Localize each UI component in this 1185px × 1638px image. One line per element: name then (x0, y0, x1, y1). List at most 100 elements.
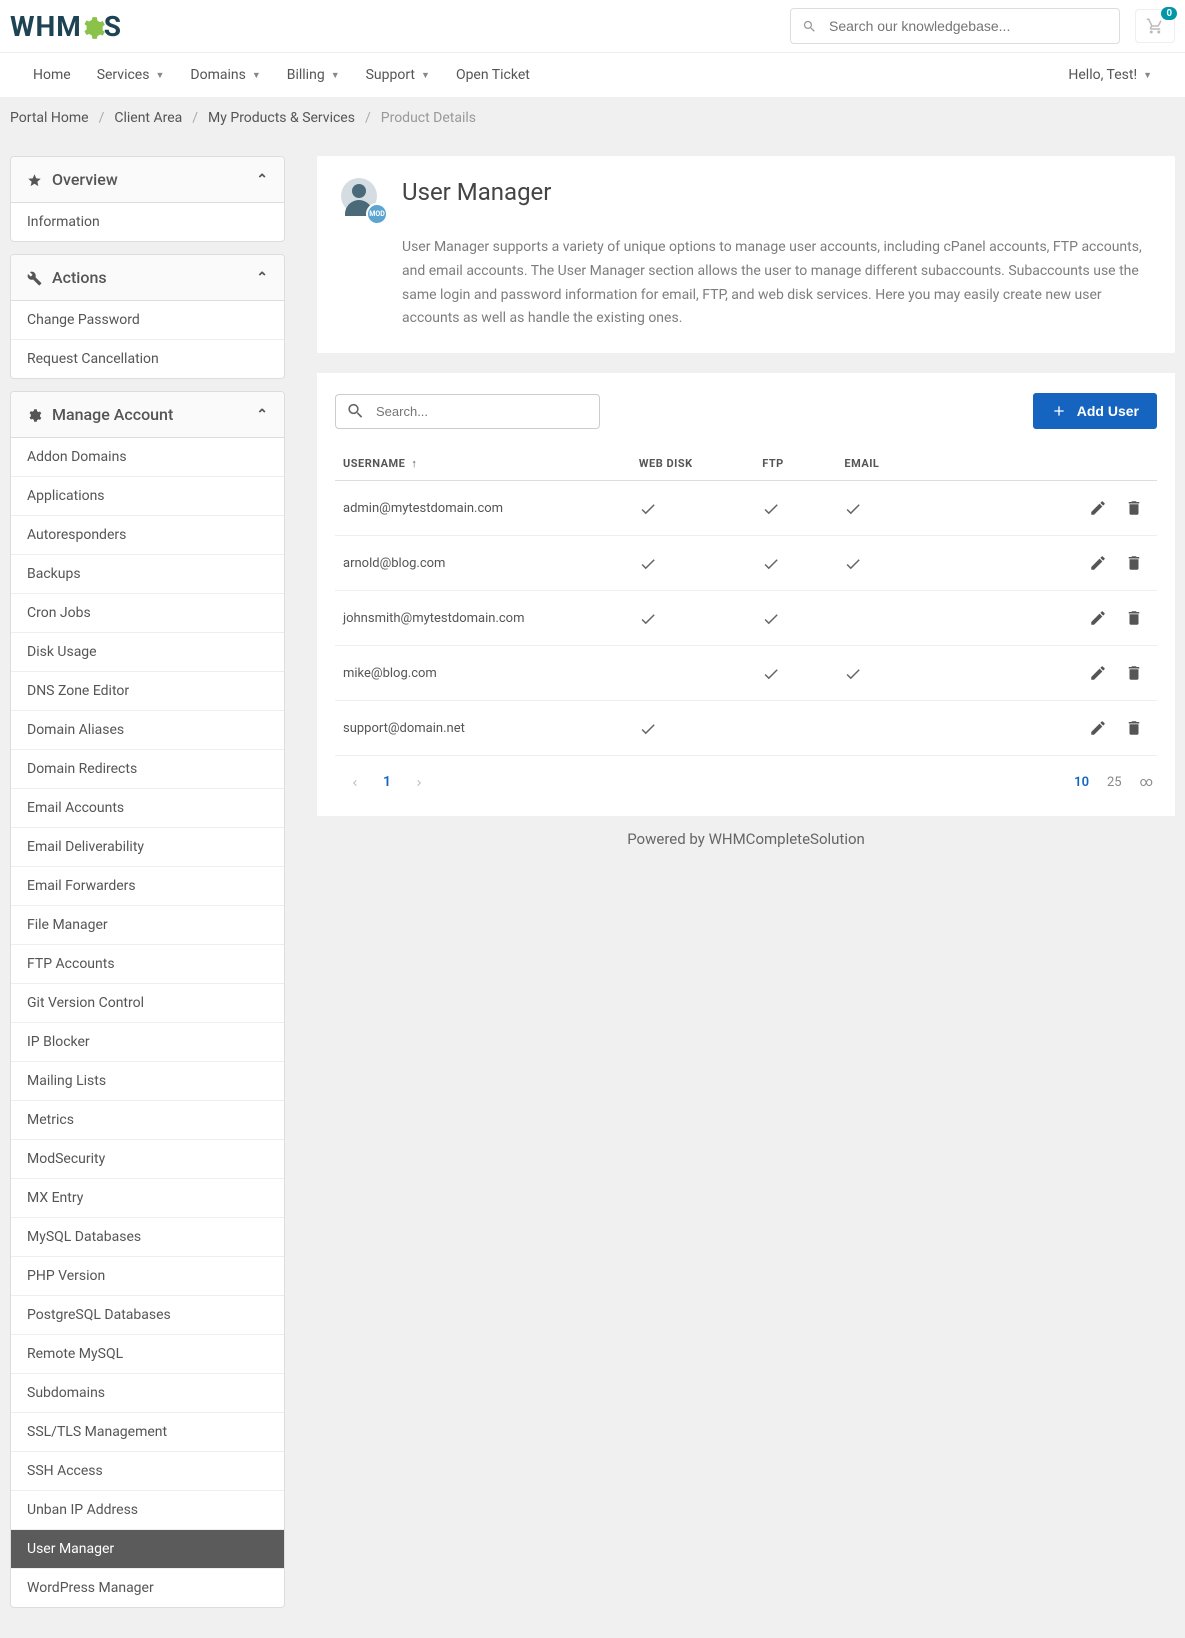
nav-billing[interactable]: Billing▼ (274, 53, 353, 97)
check-icon (762, 608, 780, 628)
col-ftp[interactable]: FTP (754, 447, 836, 481)
sidebar-item-email-deliverability[interactable]: Email Deliverability (11, 828, 284, 867)
user-greeting[interactable]: Hello, Test!▼ (1055, 53, 1165, 97)
sidebar-item-metrics[interactable]: Metrics (11, 1101, 284, 1140)
sidebar-item-ftp-accounts[interactable]: FTP Accounts (11, 945, 284, 984)
sidebar-item-git-version-control[interactable]: Git Version Control (11, 984, 284, 1023)
cart-count-badge: 0 (1161, 7, 1177, 20)
cell-email (836, 481, 984, 536)
check-icon (762, 498, 780, 518)
sidebar-item-ip-blocker[interactable]: IP Blocker (11, 1023, 284, 1062)
knowledgebase-search-input[interactable] (790, 8, 1120, 44)
breadcrumb-link[interactable]: Portal Home (10, 110, 89, 126)
check-icon (844, 663, 862, 683)
caret-down-icon: ▼ (155, 70, 164, 81)
sidebar-item-dns-zone-editor[interactable]: DNS Zone Editor (11, 672, 284, 711)
sidebar-item-ssl-tls-management[interactable]: SSL/TLS Management (11, 1413, 284, 1452)
breadcrumb-link[interactable]: Client Area (114, 110, 182, 126)
footer-text: Powered by WHMCompleteSolution (317, 816, 1175, 862)
nav-support[interactable]: Support▼ (353, 53, 443, 97)
delete-button[interactable] (1119, 605, 1149, 631)
overview-panel-header[interactable]: Overview ⌃ (11, 157, 284, 203)
edit-button[interactable] (1083, 715, 1113, 741)
sidebar-item-addon-domains[interactable]: Addon Domains (11, 438, 284, 477)
wrench-icon (27, 268, 42, 287)
logo[interactable]: WHMS (10, 10, 122, 43)
sidebar-item-email-accounts[interactable]: Email Accounts (11, 789, 284, 828)
nav-home[interactable]: Home (20, 53, 84, 97)
sidebar-item-backups[interactable]: Backups (11, 555, 284, 594)
breadcrumb-link[interactable]: My Products & Services (208, 110, 355, 126)
page-number[interactable]: 1 (371, 770, 403, 794)
sidebar-item-domain-redirects[interactable]: Domain Redirects (11, 750, 284, 789)
sidebar-item-applications[interactable]: Applications (11, 477, 284, 516)
sidebar-item-modsecurity[interactable]: ModSecurity (11, 1140, 284, 1179)
sidebar-item-remote-mysql[interactable]: Remote MySQL (11, 1335, 284, 1374)
check-icon (844, 498, 862, 518)
sidebar-item-file-manager[interactable]: File Manager (11, 906, 284, 945)
check-icon (762, 553, 780, 573)
sidebar-item-unban-ip-address[interactable]: Unban IP Address (11, 1491, 284, 1530)
sidebar-item-subdomains[interactable]: Subdomains (11, 1374, 284, 1413)
sidebar-item-user-manager[interactable]: User Manager (11, 1530, 284, 1569)
cell-username: support@domain.net (335, 701, 631, 756)
delete-button[interactable] (1119, 715, 1149, 741)
edit-button[interactable] (1083, 605, 1113, 631)
page-size-option[interactable]: 25 (1107, 775, 1122, 790)
edit-button[interactable] (1083, 495, 1113, 521)
sidebar-item-domain-aliases[interactable]: Domain Aliases (11, 711, 284, 750)
sidebar-item-wordpress-manager[interactable]: WordPress Manager (11, 1569, 284, 1607)
nav-open-ticket[interactable]: Open Ticket (443, 53, 543, 97)
sidebar-item-mx-entry[interactable]: MX Entry (11, 1179, 284, 1218)
prev-page-button[interactable] (339, 771, 371, 794)
cell-email (836, 591, 984, 646)
check-icon (639, 608, 657, 628)
table-search-input[interactable] (335, 394, 600, 429)
cell-email (836, 646, 984, 701)
caret-down-icon: ▼ (1143, 70, 1152, 81)
cell-ftp (754, 591, 836, 646)
edit-button[interactable] (1083, 550, 1113, 576)
col-username[interactable]: USERNAME↑ (335, 447, 631, 481)
table-row: arnold@blog.com (335, 536, 1157, 591)
sidebar-item-information[interactable]: Information (11, 203, 284, 241)
manage-panel-header[interactable]: Manage Account ⌃ (11, 392, 284, 438)
page-size-option[interactable]: 10 (1074, 775, 1089, 790)
sidebar-item-request-cancellation[interactable]: Request Cancellation (11, 340, 284, 378)
col-email[interactable]: EMAIL (836, 447, 984, 481)
sidebar-item-php-version[interactable]: PHP Version (11, 1257, 284, 1296)
check-icon (639, 553, 657, 573)
actions-panel-header[interactable]: Actions ⌃ (11, 255, 284, 301)
caret-down-icon: ▼ (331, 70, 340, 81)
cart-button[interactable]: 0 (1135, 9, 1175, 43)
nav-services[interactable]: Services▼ (84, 53, 178, 97)
chevron-up-icon: ⌃ (256, 270, 268, 286)
sidebar-item-mailing-lists[interactable]: Mailing Lists (11, 1062, 284, 1101)
sidebar-item-email-forwarders[interactable]: Email Forwarders (11, 867, 284, 906)
nav-domains[interactable]: Domains▼ (177, 53, 273, 97)
sidebar-item-cron-jobs[interactable]: Cron Jobs (11, 594, 284, 633)
chevron-up-icon: ⌃ (256, 172, 268, 188)
sidebar-item-postgresql-databases[interactable]: PostgreSQL Databases (11, 1296, 284, 1335)
sidebar-item-autoresponders[interactable]: Autoresponders (11, 516, 284, 555)
edit-button[interactable] (1083, 660, 1113, 686)
col-webdisk[interactable]: WEB DISK (631, 447, 754, 481)
table-row: admin@mytestdomain.com (335, 481, 1157, 536)
add-user-button[interactable]: Add User (1033, 393, 1157, 429)
delete-button[interactable] (1119, 550, 1149, 576)
check-icon (639, 718, 657, 738)
delete-button[interactable] (1119, 495, 1149, 521)
check-icon (762, 663, 780, 683)
sidebar-item-mysql-databases[interactable]: MySQL Databases (11, 1218, 284, 1257)
sidebar-item-change-password[interactable]: Change Password (11, 301, 284, 340)
delete-button[interactable] (1119, 660, 1149, 686)
sidebar-item-disk-usage[interactable]: Disk Usage (11, 633, 284, 672)
gear-icon (27, 405, 42, 424)
cell-webdisk (631, 646, 754, 701)
caret-down-icon: ▼ (421, 70, 430, 81)
check-icon (844, 553, 862, 573)
table-row: johnsmith@mytestdomain.com (335, 591, 1157, 646)
page-size-option[interactable]: ∞ (1140, 775, 1153, 790)
next-page-button[interactable] (403, 771, 435, 794)
sidebar-item-ssh-access[interactable]: SSH Access (11, 1452, 284, 1491)
